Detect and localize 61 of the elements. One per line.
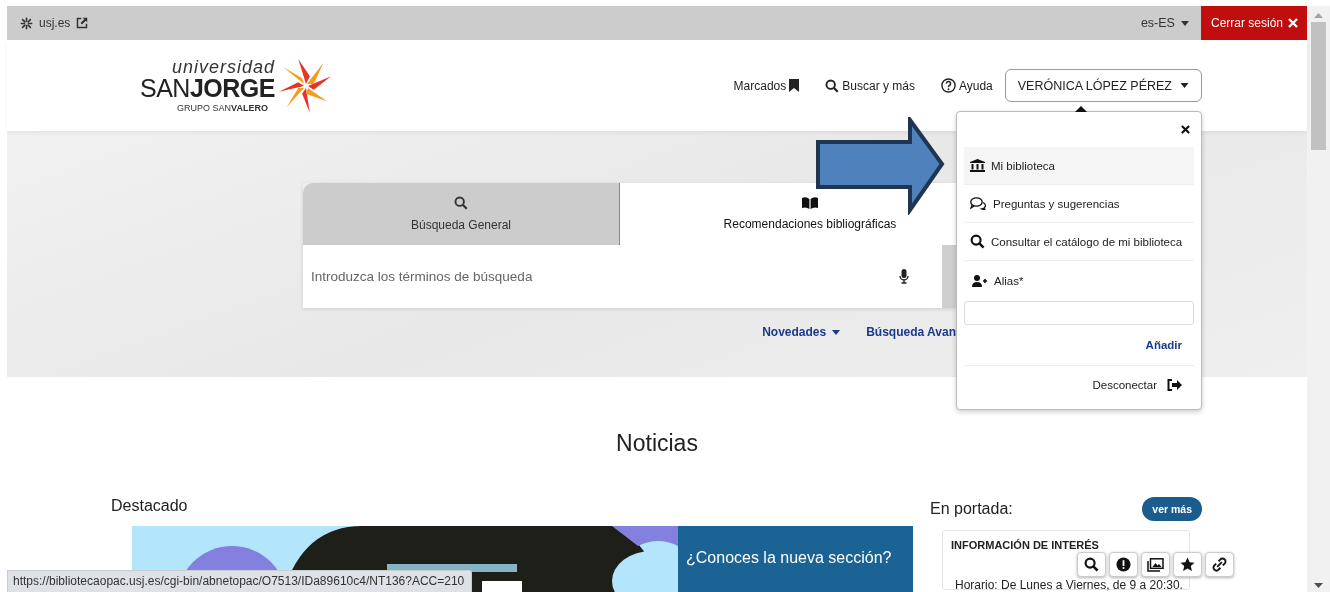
logo-name: SANJORGE [140, 76, 275, 101]
logout-button[interactable]: Cerrar sesión [1200, 6, 1307, 40]
search-tab[interactable]: Recomendaciones bibliográficas [620, 183, 956, 245]
caret-icon [1180, 20, 1189, 26]
featured-heading: Destacado [111, 497, 189, 515]
user-menu-button[interactable]: VERÓNICA LÓPEZ PÉREZ [1004, 69, 1202, 102]
user-add-icon [972, 275, 988, 287]
tool-button[interactable] [1109, 552, 1138, 577]
nav-link[interactable]: Ayuda [940, 78, 993, 93]
search-option-link[interactable]: Novedades [762, 325, 841, 339]
chat-icon [970, 197, 987, 210]
scroll-down-icon [1314, 583, 1323, 588]
add-link[interactable]: Añadir [1145, 339, 1182, 351]
close-button[interactable] [1179, 123, 1192, 136]
sign-out-icon [1167, 379, 1182, 391]
banner-caption: ¿Conoces la nueva sección? [686, 549, 892, 567]
search-icon [825, 78, 840, 93]
logo-wordmark: universidad [171, 58, 275, 76]
language-dropdown[interactable]: es-ES [1128, 6, 1201, 40]
site-link[interactable]: usj.es [39, 16, 71, 30]
alias-label: Alias* [994, 275, 1024, 287]
status-bar-url: https://bibliotecaopac.usj.es/cgi-bin/abnetopac/O7513/IDa89610c4/NT136?ACC=210 [7, 570, 473, 592]
tool-button[interactable] [1173, 552, 1202, 577]
nav-link[interactable]: Marcados [733, 78, 800, 93]
search-icon [454, 196, 468, 210]
logo-group: GRUPO SANVALERO [177, 104, 268, 113]
section-title: Noticias [615, 430, 699, 457]
images-icon [1147, 557, 1164, 572]
external-link-icon [76, 17, 89, 29]
bookmark-icon [789, 79, 800, 92]
search-icon [970, 234, 985, 249]
scroll-up-icon [1314, 13, 1323, 18]
nav-link[interactable]: Buscar y más [825, 78, 915, 93]
microphone-icon [899, 269, 909, 284]
book-icon [802, 197, 818, 209]
search-icon [1084, 557, 1099, 572]
link-icon [1212, 557, 1227, 572]
card-title: INFORMACIÓN DE INTERÉS [951, 539, 1100, 552]
sidebar-heading: En portada: [930, 500, 1013, 518]
tool-button[interactable] [1077, 552, 1106, 577]
search-tab[interactable]: Búsqueda General [303, 183, 620, 245]
menu-item[interactable]: Consultar el catálogo de mi biblioteca [964, 223, 1194, 261]
see-more-button[interactable]: ver más [1142, 497, 1202, 521]
help-icon [940, 78, 956, 93]
tool-button[interactable] [1141, 552, 1170, 577]
building-icon [970, 159, 985, 172]
close-icon [1288, 18, 1298, 28]
menu-item[interactable]: Mi biblioteca [964, 147, 1194, 185]
search-option-link[interactable]: Búsqueda Avan [866, 325, 956, 339]
scroll-thumb[interactable] [1311, 22, 1326, 150]
menu-item[interactable]: Preguntas y sugerencias [964, 185, 1194, 223]
star-logo-icon [20, 16, 33, 30]
alert-icon [1116, 557, 1131, 572]
close-icon [1181, 125, 1190, 134]
alias-input-field[interactable] [964, 301, 1194, 325]
star-icon [1180, 557, 1195, 572]
tool-button[interactable] [1205, 552, 1234, 577]
card-text: Horario: De Lunes a Viernes, de 9 a 20:30. [954, 579, 1181, 591]
scrollbar[interactable] [1307, 6, 1330, 592]
caret-icon [1180, 83, 1189, 88]
disconnect-link[interactable]: Desconectar [1092, 379, 1182, 391]
